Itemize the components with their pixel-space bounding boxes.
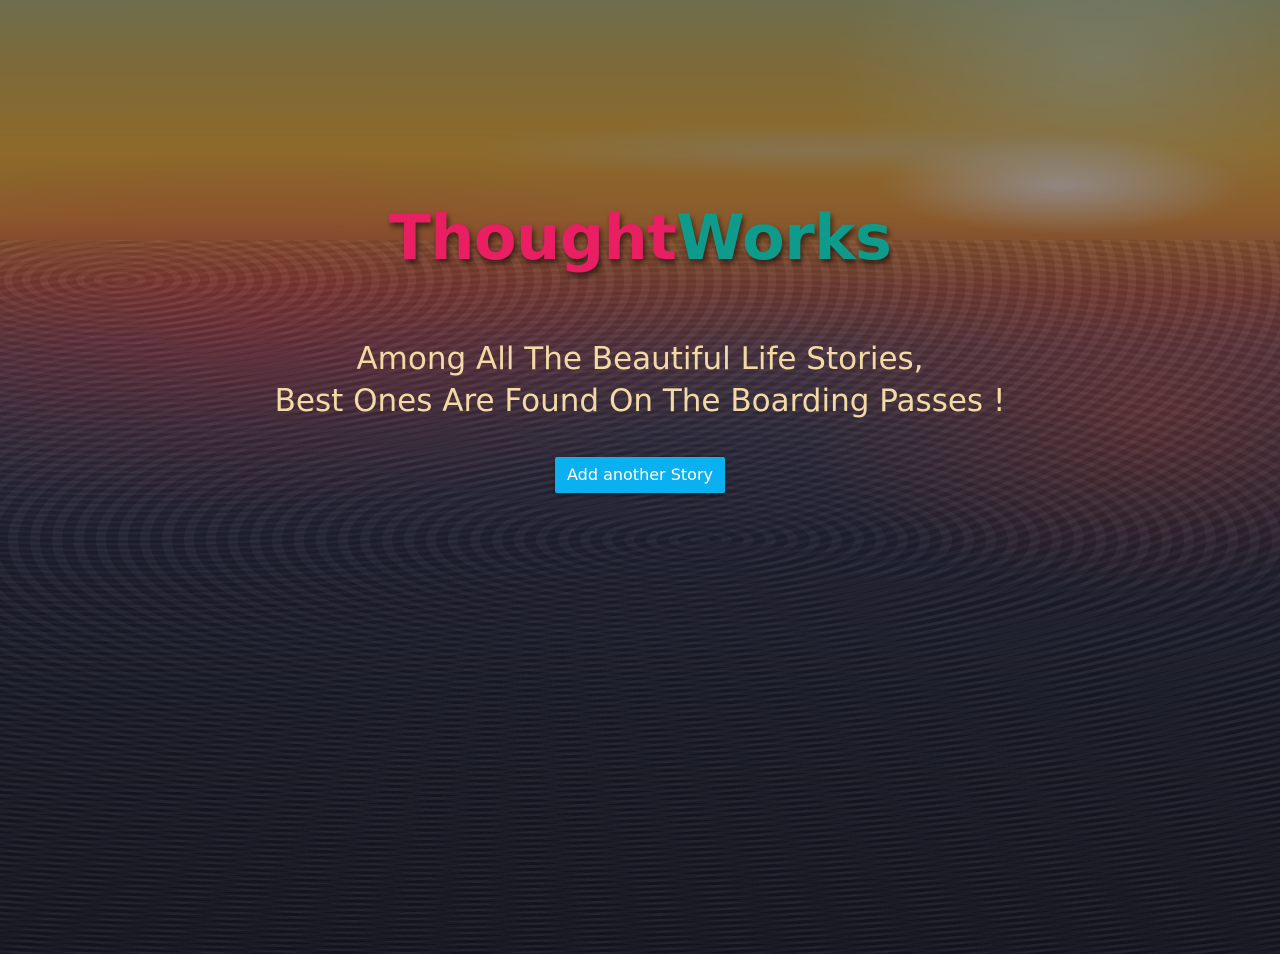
tagline-line-1: Among All The Beautiful Life Stories, xyxy=(356,341,924,377)
brand-name-second: Works xyxy=(676,201,892,274)
add-story-button[interactable]: Add another Story xyxy=(555,457,725,493)
tagline: Among All The Beautiful Life Stories, Be… xyxy=(0,338,1280,422)
brand-logo: ThoughtWorks xyxy=(0,200,1280,276)
brand-name-first: Thought xyxy=(388,201,677,274)
tagline-line-2: Best Ones Are Found On The Boarding Pass… xyxy=(274,383,1006,419)
